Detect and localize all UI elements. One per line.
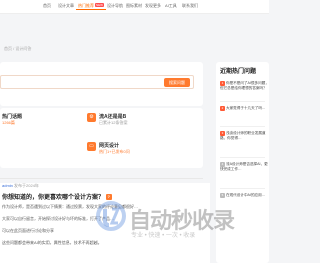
watermark: 自动秒收录 专业 • 快速 • 一次 • 收录 [95,197,265,247]
hot-question-item[interactable]: 1 你是不是问了AI很多问题，但它总是给你理想的答案吗？ [220,81,269,91]
feature-ab-choice[interactable]: ⚙ 流A还是是B 已累计12条答案 [87,113,197,129]
nav-item-hot[interactable]: 热门推荐 NEW [76,3,106,10]
top-nav: 首页 设计文章 热门推荐 NEW 设计导航 图标素材 发现更多 AI工具 联系我们 [0,0,269,14]
nav-item-navigation[interactable]: 设计导航 [105,3,125,9]
question-meta: admin 发布于2024年 [2,183,39,189]
feature-sub: 热门1+已发布0问 [99,149,130,154]
question-line: 这些问题都会带来AI的实用，属性信息，技术不再超越。 [2,240,102,245]
question-author[interactable]: admin [2,183,13,188]
watermark-subtext: 专业 • 快速 • 一次 • 收录 [131,233,196,239]
feature-sub: 已累计12条答案 [99,120,128,125]
hot-question-text[interactable]: 大家觉得于十几天了吗… [226,106,266,110]
search-button[interactable]: 搜索问题 [164,78,190,87]
separator [220,157,265,158]
nav-item-hot-label[interactable]: 热门推荐 [78,3,94,8]
search-card: 搜索问题 [0,62,203,106]
gear-icon: ⚙ [87,113,96,122]
divider [0,178,203,179]
new-badge: NEW [95,3,104,7]
separator [220,101,265,102]
feature-title: 热门话题 [2,114,23,120]
nav-item-more[interactable]: 发现更多 [143,3,163,9]
hot-question-item[interactable]: 4 流A设计师是否选择AI，更快完成工作… [220,162,269,172]
nav-item-icons[interactable]: 图标素材 [124,3,144,9]
hot-question-item[interactable]: 2 大家觉得于十几天了吗… [220,106,269,111]
feature-hot-topics[interactable]: ? 热门话题 1266篇 [0,113,70,129]
separator [220,188,265,189]
feature-grid: ? 热门话题 1266篇 ⚙ 流A还是是B 已累计12条答案 ▭ 网页设计 热门… [0,108,203,168]
question-line: 可以在此页面进行讨论和分享 [2,228,54,233]
feature-web-design[interactable]: ▭ 网页设计 热门1+已发布0问 [87,142,197,158]
separator [220,126,265,127]
search-input[interactable]: 搜索问题 [0,75,194,89]
question-title-text[interactable]: 你想知道的，你更喜欢哪个设计方案？ [2,195,104,201]
hot-question-text[interactable]: 你是不是问了AI很多问题，但它总是给你理想的答案吗？ [220,81,269,90]
question-time: 发布于2024年 [14,183,39,188]
feature-sub: 1266篇 [2,120,15,125]
sidebar-title: 近期热门问题 [220,69,257,75]
breadcrumb: 首页 / 设计问答 [4,46,32,51]
hot-question-item[interactable]: 3 浅谈设计师的职业发展道路，你觉得… [220,131,269,141]
hot-question-text[interactable]: 浅谈设计师的职业发展道路，你觉得… [220,131,266,140]
rank-badge: 2 [220,106,225,111]
feature-title: 网页设计 [99,143,120,149]
watermark-logo-icon [96,201,126,231]
monitor-icon: ▭ [87,142,96,151]
nav-item-articles[interactable]: 设计文章 [56,3,76,9]
hot-question-text[interactable]: 流A设计师是否选择AI，更快完成工作… [220,162,268,171]
nav-item-home[interactable]: 首页 [41,3,53,9]
feature-title: 流A还是是B [99,114,127,120]
nav-item-ai[interactable]: AI工具 [163,3,179,9]
nav-item-contact[interactable]: 联系我们 [180,3,200,9]
